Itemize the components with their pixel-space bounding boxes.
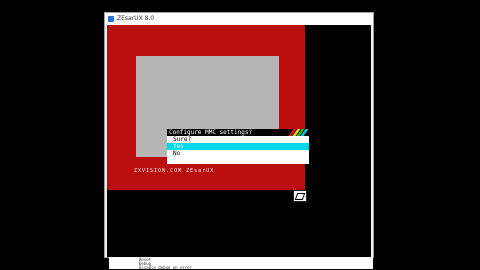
emulator-window: ZEsarUX 8.0 ZXVISION.COM ZEsarUX Configu…: [104, 12, 374, 270]
menu-option-no[interactable]: No: [167, 150, 309, 157]
status-area: Reset Debug Disable debug on error: [109, 257, 373, 270]
spectrum-border: ZXVISION.COM ZEsarUX: [107, 25, 305, 190]
menu-option-sure: Sure?: [173, 136, 192, 143]
menu-option-yes[interactable]: Yes: [167, 143, 309, 150]
rainbow-stripes-icon: [288, 129, 309, 136]
status-line: Disable debug on error: [139, 265, 192, 270]
mmc-config-dialog: Configure MMC settings? Sure? Yes No: [167, 129, 309, 164]
dialog-title-bar: Configure MMC settings?: [167, 129, 309, 136]
dialog-title: Configure MMC settings?: [169, 129, 253, 136]
window-title: ZEsarUX 8.0: [117, 15, 155, 22]
emulator-screen[interactable]: ZXVISION.COM ZEsarUX Configure MMC setti…: [107, 25, 373, 270]
title-bar[interactable]: ZEsarUX 8.0: [105, 13, 373, 25]
screen-bottom-text: ZXVISION.COM ZEsarUX: [134, 168, 215, 174]
app-icon: [108, 16, 114, 22]
zx-logo-icon: [293, 190, 307, 202]
